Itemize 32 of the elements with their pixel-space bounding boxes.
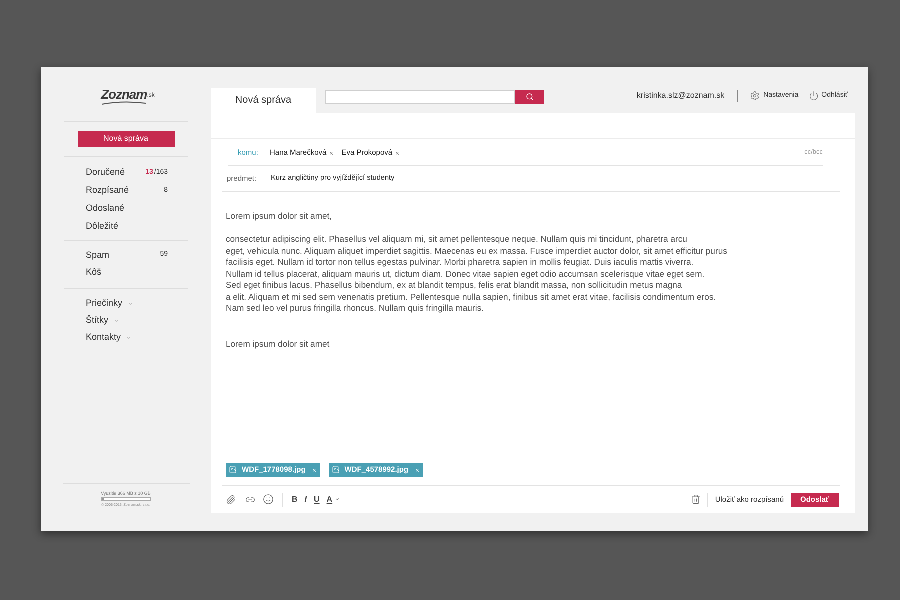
search-button[interactable] <box>515 90 544 104</box>
link-icon[interactable] <box>244 494 257 504</box>
smiley-icon[interactable] <box>263 494 274 505</box>
tab[interactable]: Nová správa <box>211 88 316 113</box>
remove-icon[interactable] <box>394 150 400 156</box>
message-greeting: Lorem ipsum dolor sit amet, <box>226 211 332 222</box>
underline-button[interactable]: U <box>314 494 320 506</box>
folder-item[interactable]: Štítky <box>86 312 168 329</box>
trash-icon[interactable] <box>691 494 702 505</box>
compose-button[interactable]: Nová správa <box>78 131 174 147</box>
message-paragraph: consectetur adipiscing elit. Phasellus vel aliquam mi, sit amet pellentesque neque. Nullam quis mi tincidunt, pharetra arcu eget, vehicula nunc. Aliquam aliquet imperdiet sagittis. Maecenas eu ex massa. Fusce imperdiet auctor dolor, sit amet efficitur purus facilisis eget. Nullam id tortor non tellus egestas pulvinar. Morbi pharetra sapien in mollis feugiat. Duis iaculis mattis viverra. Nullam id tellus placerat, aliquam mauris ut, dictum diam. Donec vitae sapien eget odio accumsan scelerisque vitae eget sem. Sed eget finibus lacus. Phasellus bibendum, ex at blandit tempus, felis erat blandit massa, non sollicitudin metus magna a elit. Aliquam et mi sed sem venenatis pretium. Pellentesque nulla sapien, finibus sit amet erat vitae, facilisis condimentum eros. Nam sed leo vel purus fringilla rhoncus. Nullam quis fringilla mauris. <box>226 234 728 314</box>
color-button[interactable]: A <box>326 494 340 506</box>
power-icon <box>808 91 819 101</box>
user-email: kristinka.slz@zoznam.sk <box>636 90 725 102</box>
search-icon <box>526 93 534 101</box>
logo-swoosh-icon <box>101 100 147 104</box>
caret-icon <box>334 497 340 502</box>
folder-item[interactable]: Dôležité <box>86 218 168 236</box>
folder-item[interactable]: Priečinky <box>86 295 168 312</box>
paperclip-icon[interactable] <box>226 494 236 504</box>
message-signature: Lorem ipsum dolor sit amet <box>226 339 330 350</box>
search-field[interactable] <box>325 90 515 104</box>
remove-icon[interactable] <box>328 150 334 156</box>
folder-item[interactable]: Kôš <box>86 264 168 281</box>
folder-item[interactable]: Kontakty <box>86 329 168 346</box>
bold-button[interactable]: B <box>292 494 298 506</box>
italic-button[interactable]: I <box>304 494 308 506</box>
image-file-icon <box>332 466 340 474</box>
folder-item[interactable]: Odoslané <box>86 200 168 218</box>
logo-text: Zoznam <box>101 88 148 100</box>
settings-icon <box>750 91 760 101</box>
image-file-icon <box>229 466 237 474</box>
